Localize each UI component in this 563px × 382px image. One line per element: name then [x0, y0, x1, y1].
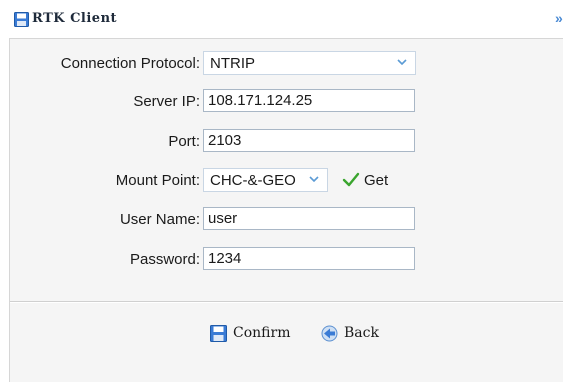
row-connection-protocol: Connection Protocol: NTRIP	[10, 51, 563, 77]
row-user-name: User Name: user	[10, 207, 563, 233]
chevron-down-icon	[309, 176, 319, 183]
connection-protocol-label: Connection Protocol:	[60, 55, 200, 72]
user-name-label: User Name:	[119, 211, 200, 228]
row-mount-point: Mount Point: CHC-&-GEO Get	[10, 168, 563, 194]
get-button-label: Get	[364, 171, 389, 189]
mount-point-label: Mount Point:	[115, 172, 200, 189]
password-label: Password:	[129, 251, 200, 268]
checkmark-icon	[342, 172, 360, 187]
collapse-icon[interactable]: »	[555, 10, 563, 26]
window-titlebar: RTK Client »	[0, 0, 563, 38]
window-title: RTK Client	[32, 11, 118, 26]
mount-point-value: CHC-&-GEO	[210, 172, 296, 189]
connection-protocol-value: NTRIP	[210, 55, 255, 72]
row-port: Port: 2103	[10, 129, 563, 155]
floppy-disk-icon	[14, 12, 29, 27]
row-server-ip: Server IP: 108.171.124.25	[10, 89, 563, 115]
back-button-label: Back	[344, 325, 379, 341]
password-input[interactable]: 1234	[203, 247, 415, 270]
connection-protocol-select[interactable]: NTRIP	[203, 51, 416, 75]
form-panel: Connection Protocol: NTRIP Server IP: 10…	[9, 38, 563, 382]
floppy-disk-icon	[210, 324, 227, 342]
mount-point-select[interactable]: CHC-&-GEO	[203, 168, 328, 192]
user-name-input[interactable]: user	[203, 207, 415, 230]
server-ip-input[interactable]: 108.171.124.25	[203, 89, 415, 112]
back-button[interactable]: Back	[321, 323, 379, 343]
port-input[interactable]: 2103	[203, 129, 415, 152]
confirm-button-label: Confirm	[233, 325, 291, 341]
chevron-down-icon	[397, 59, 407, 66]
get-button[interactable]: Get	[342, 169, 388, 191]
confirm-button[interactable]: Confirm	[210, 323, 290, 343]
back-arrow-icon	[321, 325, 338, 341]
row-password: Password: 1234	[10, 247, 563, 273]
port-label: Port:	[168, 133, 200, 150]
divider-highlight	[10, 302, 563, 303]
server-ip-label: Server IP:	[133, 93, 200, 110]
